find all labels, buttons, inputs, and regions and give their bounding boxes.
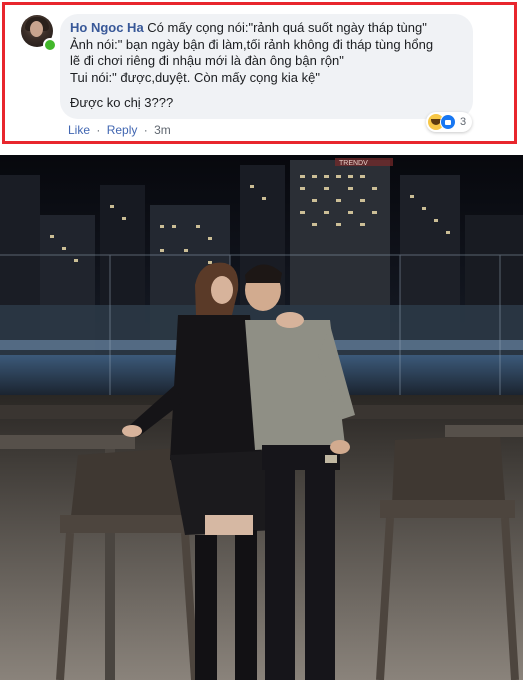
comment-line-1-text: Có mấy cọng nói:"rảnh quá suốt ngày tháp…: [147, 20, 427, 35]
comment-text: Ho Ngoc Ha Có mấy cọng nói:"rảnh quá suố…: [70, 20, 470, 112]
comment-timestamp[interactable]: 3m: [154, 123, 171, 137]
reactions-badge[interactable]: 3: [426, 112, 473, 132]
reply-button[interactable]: Reply: [107, 123, 138, 137]
online-status-icon: [43, 38, 57, 52]
photo-scene: TRENDV: [0, 155, 523, 680]
comment-gap: [70, 86, 470, 95]
action-separator: ·: [96, 123, 101, 137]
comment-line-2: Ảnh nói:" bạn ngày bận đi làm,tối rảnh k…: [70, 36, 434, 52]
screenshot-frame: Ho Ngoc Ha Có mấy cọng nói:"rảnh quá suố…: [0, 0, 523, 680]
comment-bubble: Ho Ngoc Ha Có mấy cọng nói:"rảnh quá suố…: [60, 14, 473, 119]
comment-line-3: lẽ đi chơi riêng đi nhậu mới là đàn ông …: [70, 53, 344, 68]
highlighted-comment: Ho Ngoc Ha Có mấy cọng nói:"rảnh quá suố…: [2, 2, 517, 144]
attached-photo: TRENDV: [0, 155, 523, 680]
comment-line-4: Tui nói:" được,duyệt. Còn mấy cọng kia k…: [70, 69, 320, 85]
like-button[interactable]: Like: [68, 123, 90, 137]
comment-actions: Like · Reply · 3m: [68, 123, 171, 137]
comment-line-5: Được ko chị 3???: [70, 95, 174, 110]
reaction-count: 3: [460, 116, 467, 128]
avatar-face: [30, 21, 43, 37]
action-separator: ·: [143, 123, 148, 137]
like-reaction-icon: [440, 114, 456, 130]
comment-author[interactable]: Ho Ngoc Ha: [70, 20, 144, 35]
building-sign: TRENDV: [339, 160, 368, 167]
comment-line-1: Ho Ngoc Ha Có mấy cọng nói:"rảnh quá suố…: [70, 20, 470, 37]
